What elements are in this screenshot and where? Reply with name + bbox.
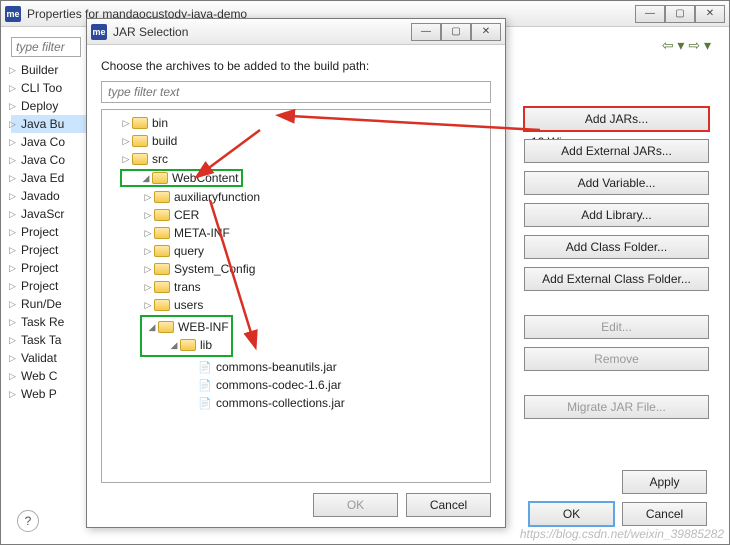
expand-icon[interactable]: ▷: [142, 228, 154, 239]
tree-node-webcontent[interactable]: WebContent: [172, 171, 239, 185]
folder-icon: [158, 321, 174, 333]
apply-button[interactable]: Apply: [622, 470, 707, 494]
expand-icon[interactable]: ▷: [142, 300, 154, 311]
tree-node-bin[interactable]: bin: [152, 116, 168, 130]
close-button[interactable]: ✕: [695, 5, 725, 23]
tree-node-build[interactable]: build: [152, 134, 177, 148]
sidebar-item[interactable]: Java Co: [11, 133, 91, 151]
tree-node[interactable]: System_Config: [174, 262, 255, 276]
folder-icon: [152, 172, 168, 184]
category-sidebar: Builder CLI Too Deploy Java Bu Java Co J…: [11, 37, 91, 534]
jar-selection-dialog: me JAR Selection — ▢ ✕ Choose the archiv…: [86, 18, 506, 528]
tree-node[interactable]: query: [174, 244, 204, 258]
expand-icon[interactable]: ▷: [120, 136, 132, 147]
folder-icon: [154, 245, 170, 257]
dialog-filter-input[interactable]: [101, 81, 491, 103]
add-jars-button[interactable]: Add JARs...: [524, 107, 709, 131]
folder-icon: [180, 339, 196, 351]
app-icon: me: [5, 6, 21, 22]
collapse-icon[interactable]: ◢: [168, 340, 180, 351]
tree-node[interactable]: trans: [174, 280, 201, 294]
jar-icon: [198, 360, 212, 374]
sidebar-item[interactable]: Deploy: [11, 97, 91, 115]
maximize-button[interactable]: ▢: [665, 5, 695, 23]
tree-node[interactable]: CER: [174, 208, 199, 222]
dialog-titlebar[interactable]: me JAR Selection — ▢ ✕: [87, 19, 505, 45]
tree-node-src[interactable]: src: [152, 152, 168, 166]
sidebar-item[interactable]: Project: [11, 259, 91, 277]
sidebar-item[interactable]: Builder: [11, 61, 91, 79]
folder-icon: [154, 281, 170, 293]
tree-node-jar[interactable]: commons-beanutils.jar: [216, 360, 337, 374]
sidebar-item[interactable]: Web P: [11, 385, 91, 403]
tree-node-webinf[interactable]: WEB-INF: [178, 320, 229, 334]
dialog-close-button[interactable]: ✕: [471, 23, 501, 41]
add-external-class-folder-button[interactable]: Add External Class Folder...: [524, 267, 709, 291]
dialog-minimize-button[interactable]: —: [411, 23, 441, 41]
archive-tree[interactable]: ▷ bin ▷ build ▷ src ◢ WebContent ▷ auxiliaryf…: [101, 109, 491, 483]
folder-icon: [154, 191, 170, 203]
dialog-prompt: Choose the archives to be added to the b…: [101, 59, 491, 73]
sidebar-item[interactable]: Java Ed: [11, 169, 91, 187]
dialog-title: JAR Selection: [113, 25, 411, 39]
migrate-jar-button[interactable]: Migrate JAR File...: [524, 395, 709, 419]
category-tree[interactable]: Builder CLI Too Deploy Java Bu Java Co J…: [11, 61, 91, 403]
dialog-cancel-button[interactable]: Cancel: [406, 493, 491, 517]
sidebar-item[interactable]: Web C: [11, 367, 91, 385]
remove-button[interactable]: Remove: [524, 347, 709, 371]
sidebar-item[interactable]: Task Re: [11, 313, 91, 331]
expand-icon[interactable]: ▷: [142, 246, 154, 257]
folder-icon: [154, 299, 170, 311]
sidebar-item[interactable]: JavaScr: [11, 205, 91, 223]
nav-arrows[interactable]: ⇦ ▾ ⇨ ▾: [662, 37, 711, 54]
collapse-icon[interactable]: ◢: [146, 322, 158, 333]
sidebar-item[interactable]: Validat: [11, 349, 91, 367]
sidebar-item[interactable]: Java Co: [11, 151, 91, 169]
ok-button[interactable]: OK: [529, 502, 614, 526]
folder-icon: [132, 135, 148, 147]
tree-node[interactable]: META-INF: [174, 226, 230, 240]
folder-icon: [154, 209, 170, 221]
expand-icon[interactable]: ▷: [142, 210, 154, 221]
tree-node[interactable]: users: [174, 298, 203, 312]
expand-icon[interactable]: ▷: [142, 282, 154, 293]
add-variable-button[interactable]: Add Variable...: [524, 171, 709, 195]
sidebar-item[interactable]: Task Ta: [11, 331, 91, 349]
edit-button[interactable]: Edit...: [524, 315, 709, 339]
minimize-button[interactable]: —: [635, 5, 665, 23]
folder-icon: [132, 153, 148, 165]
expand-icon[interactable]: ▷: [142, 192, 154, 203]
watermark: https://blog.csdn.net/weixin_39885282: [520, 527, 724, 541]
dialog-maximize-button[interactable]: ▢: [441, 23, 471, 41]
expand-icon[interactable]: ▷: [142, 264, 154, 275]
folder-icon: [154, 263, 170, 275]
sidebar-item[interactable]: Project: [11, 241, 91, 259]
app-icon: me: [91, 24, 107, 40]
category-filter-input[interactable]: [11, 37, 81, 57]
sidebar-item[interactable]: CLI Too: [11, 79, 91, 97]
sidebar-item[interactable]: Javado: [11, 187, 91, 205]
sidebar-item[interactable]: Run/De: [11, 295, 91, 313]
jar-icon: [198, 396, 212, 410]
folder-icon: [154, 227, 170, 239]
add-external-jars-button[interactable]: Add External JARs...: [524, 139, 709, 163]
tree-node-lib[interactable]: lib: [200, 338, 212, 352]
dialog-ok-button[interactable]: OK: [313, 493, 398, 517]
sidebar-item[interactable]: Project: [11, 277, 91, 295]
add-class-folder-button[interactable]: Add Class Folder...: [524, 235, 709, 259]
expand-icon[interactable]: ▷: [120, 154, 132, 165]
sidebar-item-selected[interactable]: Java Bu: [11, 115, 91, 133]
folder-icon: [132, 117, 148, 129]
tree-node-jar[interactable]: commons-codec-1.6.jar: [216, 378, 341, 392]
tree-node[interactable]: auxiliaryfunction: [174, 190, 260, 204]
sidebar-item[interactable]: Project: [11, 223, 91, 241]
expand-icon[interactable]: ▷: [120, 118, 132, 129]
tree-node-jar[interactable]: commons-collections.jar: [216, 396, 345, 410]
cancel-button[interactable]: Cancel: [622, 502, 707, 526]
jar-icon: [198, 378, 212, 392]
add-library-button[interactable]: Add Library...: [524, 203, 709, 227]
collapse-icon[interactable]: ◢: [140, 173, 152, 184]
help-icon[interactable]: ?: [17, 510, 39, 532]
